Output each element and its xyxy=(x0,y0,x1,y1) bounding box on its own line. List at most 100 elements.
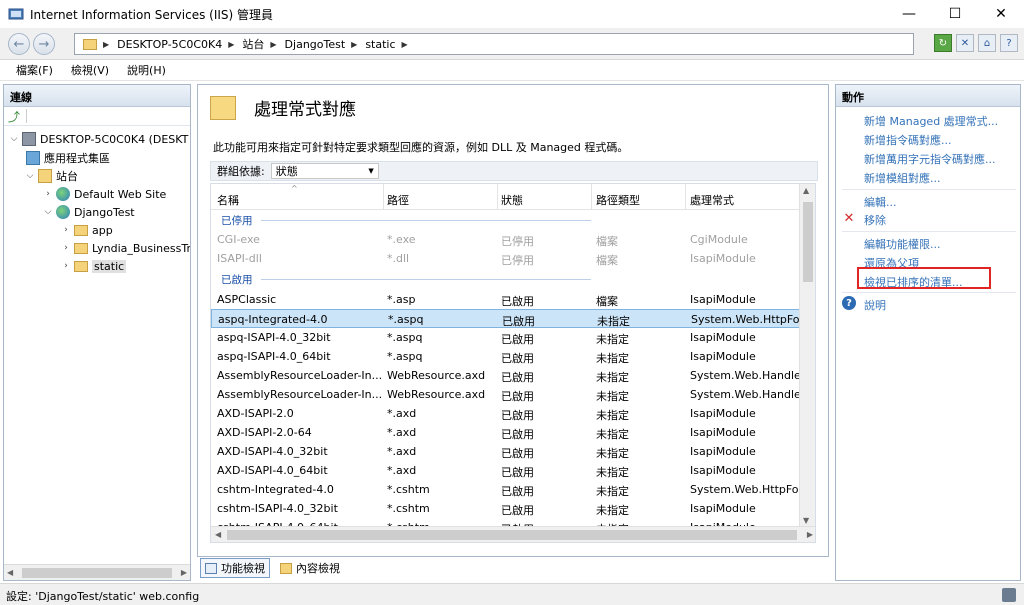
scroll-right-icon[interactable]: ▶ xyxy=(807,530,813,539)
action-add-wildcard-script-map[interactable]: 新增萬用字元指令碼對應... xyxy=(864,151,996,167)
horizontal-scrollbar[interactable]: ◀ ▶ xyxy=(211,526,815,542)
cell-state: 已啟用 xyxy=(501,504,534,517)
app-pool-icon xyxy=(26,151,40,165)
cell-handler: IsapiModule xyxy=(690,464,756,477)
breadcrumb-folder[interactable]: static xyxy=(365,38,395,51)
action-add-module-mapping[interactable]: 新增模組對應... xyxy=(864,170,941,186)
cell-path-type: 檔案 xyxy=(596,295,618,308)
scroll-up-icon[interactable]: ▲ xyxy=(803,186,809,195)
chevron-down-icon[interactable]: ⌵ xyxy=(24,171,36,181)
close-button[interactable]: ✕ xyxy=(978,0,1024,28)
scroll-left-icon[interactable]: ◀ xyxy=(215,530,221,539)
scrollbar-thumb[interactable] xyxy=(22,567,172,578)
chevron-right-icon[interactable]: › xyxy=(42,189,54,199)
scroll-down-icon[interactable]: ▼ xyxy=(803,516,809,525)
table-row[interactable]: ASPClassic *.asp 已啟用 檔案 IsapiModule xyxy=(211,290,801,309)
group-divider xyxy=(260,220,591,221)
tab-content-view[interactable]: 內容檢視 xyxy=(276,559,344,577)
scrollbar-thumb[interactable] xyxy=(803,202,813,282)
group-by-bar: 群組依據: 狀態 ▼ xyxy=(210,161,818,181)
tree-node-app-pools[interactable]: 應用程式集區 xyxy=(24,149,110,167)
cell-path-type: 未指定 xyxy=(596,504,629,517)
breadcrumb-server[interactable]: DESKTOP-5C0C0K4 xyxy=(117,38,222,51)
column-divider[interactable] xyxy=(497,184,498,210)
chevron-right-icon: ▶ xyxy=(401,39,408,49)
table-row[interactable]: cshtm-ISAPI-4.0_32bit *.cshtm 已啟用 未指定 Is… xyxy=(211,499,801,518)
tree-node-djangotest[interactable]: ⌵ DjangoTest xyxy=(42,203,135,221)
group-by-select[interactable]: 狀態 ▼ xyxy=(270,163,379,179)
iis-app-icon xyxy=(8,6,24,22)
chevron-right-icon[interactable]: › xyxy=(60,261,72,271)
connect-icon[interactable]: ⤴ xyxy=(8,108,20,125)
table-row[interactable]: AssemblyResourceLoader-In... WebResource… xyxy=(211,366,802,385)
action-edit-feature-permissions[interactable]: 編輯功能權限... xyxy=(864,236,941,252)
column-header-path[interactable]: 路徑 xyxy=(387,192,409,208)
action-help[interactable]: 說明 xyxy=(864,297,886,313)
help-dropdown-icon[interactable]: ? xyxy=(1000,34,1018,52)
table-row[interactable]: AXD-ISAPI-2.0 *.axd 已啟用 未指定 IsapiModule xyxy=(211,404,801,423)
action-add-managed-handler[interactable]: 新增 Managed 處理常式... xyxy=(864,113,998,129)
minimize-button[interactable]: — xyxy=(886,0,932,28)
breadcrumb-sites[interactable]: 站台 xyxy=(242,36,264,52)
table-row[interactable]: aspq-ISAPI-4.0_32bit *.aspq 已啟用 未指定 Isap… xyxy=(211,328,801,347)
table-row-selected[interactable]: aspq-Integrated-4.0 *.aspq 已啟用 未指定 Syste… xyxy=(211,309,803,328)
action-add-script-map[interactable]: 新增指令碼對應... xyxy=(864,132,952,148)
tree-node-app[interactable]: › app xyxy=(60,221,113,239)
column-divider[interactable] xyxy=(591,184,592,210)
table-row[interactable]: AXD-ISAPI-4.0_64bit *.axd 已啟用 未指定 IsapiM… xyxy=(211,461,801,480)
table-row[interactable]: aspq-ISAPI-4.0_64bit *.aspq 已啟用 未指定 Isap… xyxy=(211,347,801,366)
remove-x-icon: ✕ xyxy=(843,210,855,226)
maximize-button[interactable]: ☐ xyxy=(932,0,978,28)
column-header-path-type[interactable]: 路徑類型 xyxy=(596,192,640,208)
tree-node-sites[interactable]: ⌵ 站台 xyxy=(24,167,78,185)
breadcrumb-site[interactable]: DjangoTest xyxy=(285,38,346,51)
column-header-state[interactable]: 狀態 xyxy=(501,192,523,208)
action-remove[interactable]: 移除 xyxy=(864,212,886,228)
chevron-down-icon[interactable]: ⌵ xyxy=(8,134,20,144)
scroll-right-icon[interactable]: ▶ xyxy=(181,568,187,577)
cell-state: 已啟用 xyxy=(501,428,534,441)
menu-help[interactable]: 說明(H) xyxy=(127,62,166,78)
tab-features-view[interactable]: 功能檢視 xyxy=(200,558,270,578)
action-edit[interactable]: 編輯... xyxy=(864,194,897,210)
tree-node-lyndia[interactable]: › Lyndia_BusinessTr xyxy=(60,239,190,257)
address-row: ← → ▶ DESKTOP-5C0C0K4 ▶ 站台 ▶ DjangoTest … xyxy=(0,28,1024,60)
tree-node-default-web-site[interactable]: › Default Web Site xyxy=(42,185,166,203)
cell-name: aspq-ISAPI-4.0_32bit xyxy=(217,331,331,344)
cell-name: AXD-ISAPI-2.0 xyxy=(217,407,294,420)
cell-handler: IsapiModule xyxy=(690,407,756,420)
back-button[interactable]: ← xyxy=(8,33,30,55)
menu-view[interactable]: 檢視(V) xyxy=(71,62,109,78)
column-header-handler[interactable]: 處理常式 xyxy=(690,192,734,208)
scrollbar-thumb[interactable] xyxy=(227,530,797,540)
column-divider[interactable] xyxy=(685,184,686,210)
vertical-scrollbar[interactable]: ▲ ▼ xyxy=(799,184,815,527)
home-icon[interactable]: ⌂ xyxy=(978,34,996,52)
group-header-enabled[interactable]: 已啟用 xyxy=(221,272,591,287)
tree-node-static[interactable]: › static xyxy=(60,257,127,275)
chevron-right-icon[interactable]: › xyxy=(60,225,72,235)
folder-icon xyxy=(74,242,88,254)
forward-button[interactable]: → xyxy=(33,33,55,55)
tree-node-server[interactable]: ⌵ DESKTOP-5C0C0K4 (DESKT xyxy=(8,130,188,148)
column-header-name[interactable]: 名稱 xyxy=(217,192,239,208)
cell-name: AssemblyResourceLoader-In... xyxy=(217,369,383,382)
cell-handler: IsapiModule xyxy=(690,445,756,458)
chevron-right-icon[interactable]: › xyxy=(60,243,72,253)
table-row[interactable]: AssemblyResourceLoader-In... WebResource… xyxy=(211,385,802,404)
menu-file[interactable]: 檔案(F) xyxy=(16,62,53,78)
page-title: 處理常式對應 xyxy=(254,100,356,120)
table-row[interactable]: ISAPI-dll *.dll 已停用 檔案 IsapiModule xyxy=(211,249,801,268)
horizontal-scrollbar[interactable]: ◀ ▶ xyxy=(4,564,190,580)
chevron-down-icon[interactable]: ⌵ xyxy=(42,207,54,217)
table-row[interactable]: CGI-exe *.exe 已停用 檔案 CgiModule xyxy=(211,230,801,249)
group-header-disabled[interactable]: 已停用 xyxy=(221,213,591,228)
table-row[interactable]: cshtm-Integrated-4.0 *.cshtm 已啟用 未指定 Sys… xyxy=(211,480,802,499)
refresh-icon[interactable]: ↻ xyxy=(934,34,952,52)
column-divider[interactable] xyxy=(383,184,384,210)
scroll-left-icon[interactable]: ◀ xyxy=(7,568,13,577)
stop-icon[interactable]: ✕ xyxy=(956,34,974,52)
table-row[interactable]: AXD-ISAPI-2.0-64 *.axd 已啟用 未指定 IsapiModu… xyxy=(211,423,801,442)
address-bar[interactable]: ▶ DESKTOP-5C0C0K4 ▶ 站台 ▶ DjangoTest ▶ st… xyxy=(74,33,914,55)
table-row[interactable]: AXD-ISAPI-4.0_32bit *.axd 已啟用 未指定 IsapiM… xyxy=(211,442,801,461)
